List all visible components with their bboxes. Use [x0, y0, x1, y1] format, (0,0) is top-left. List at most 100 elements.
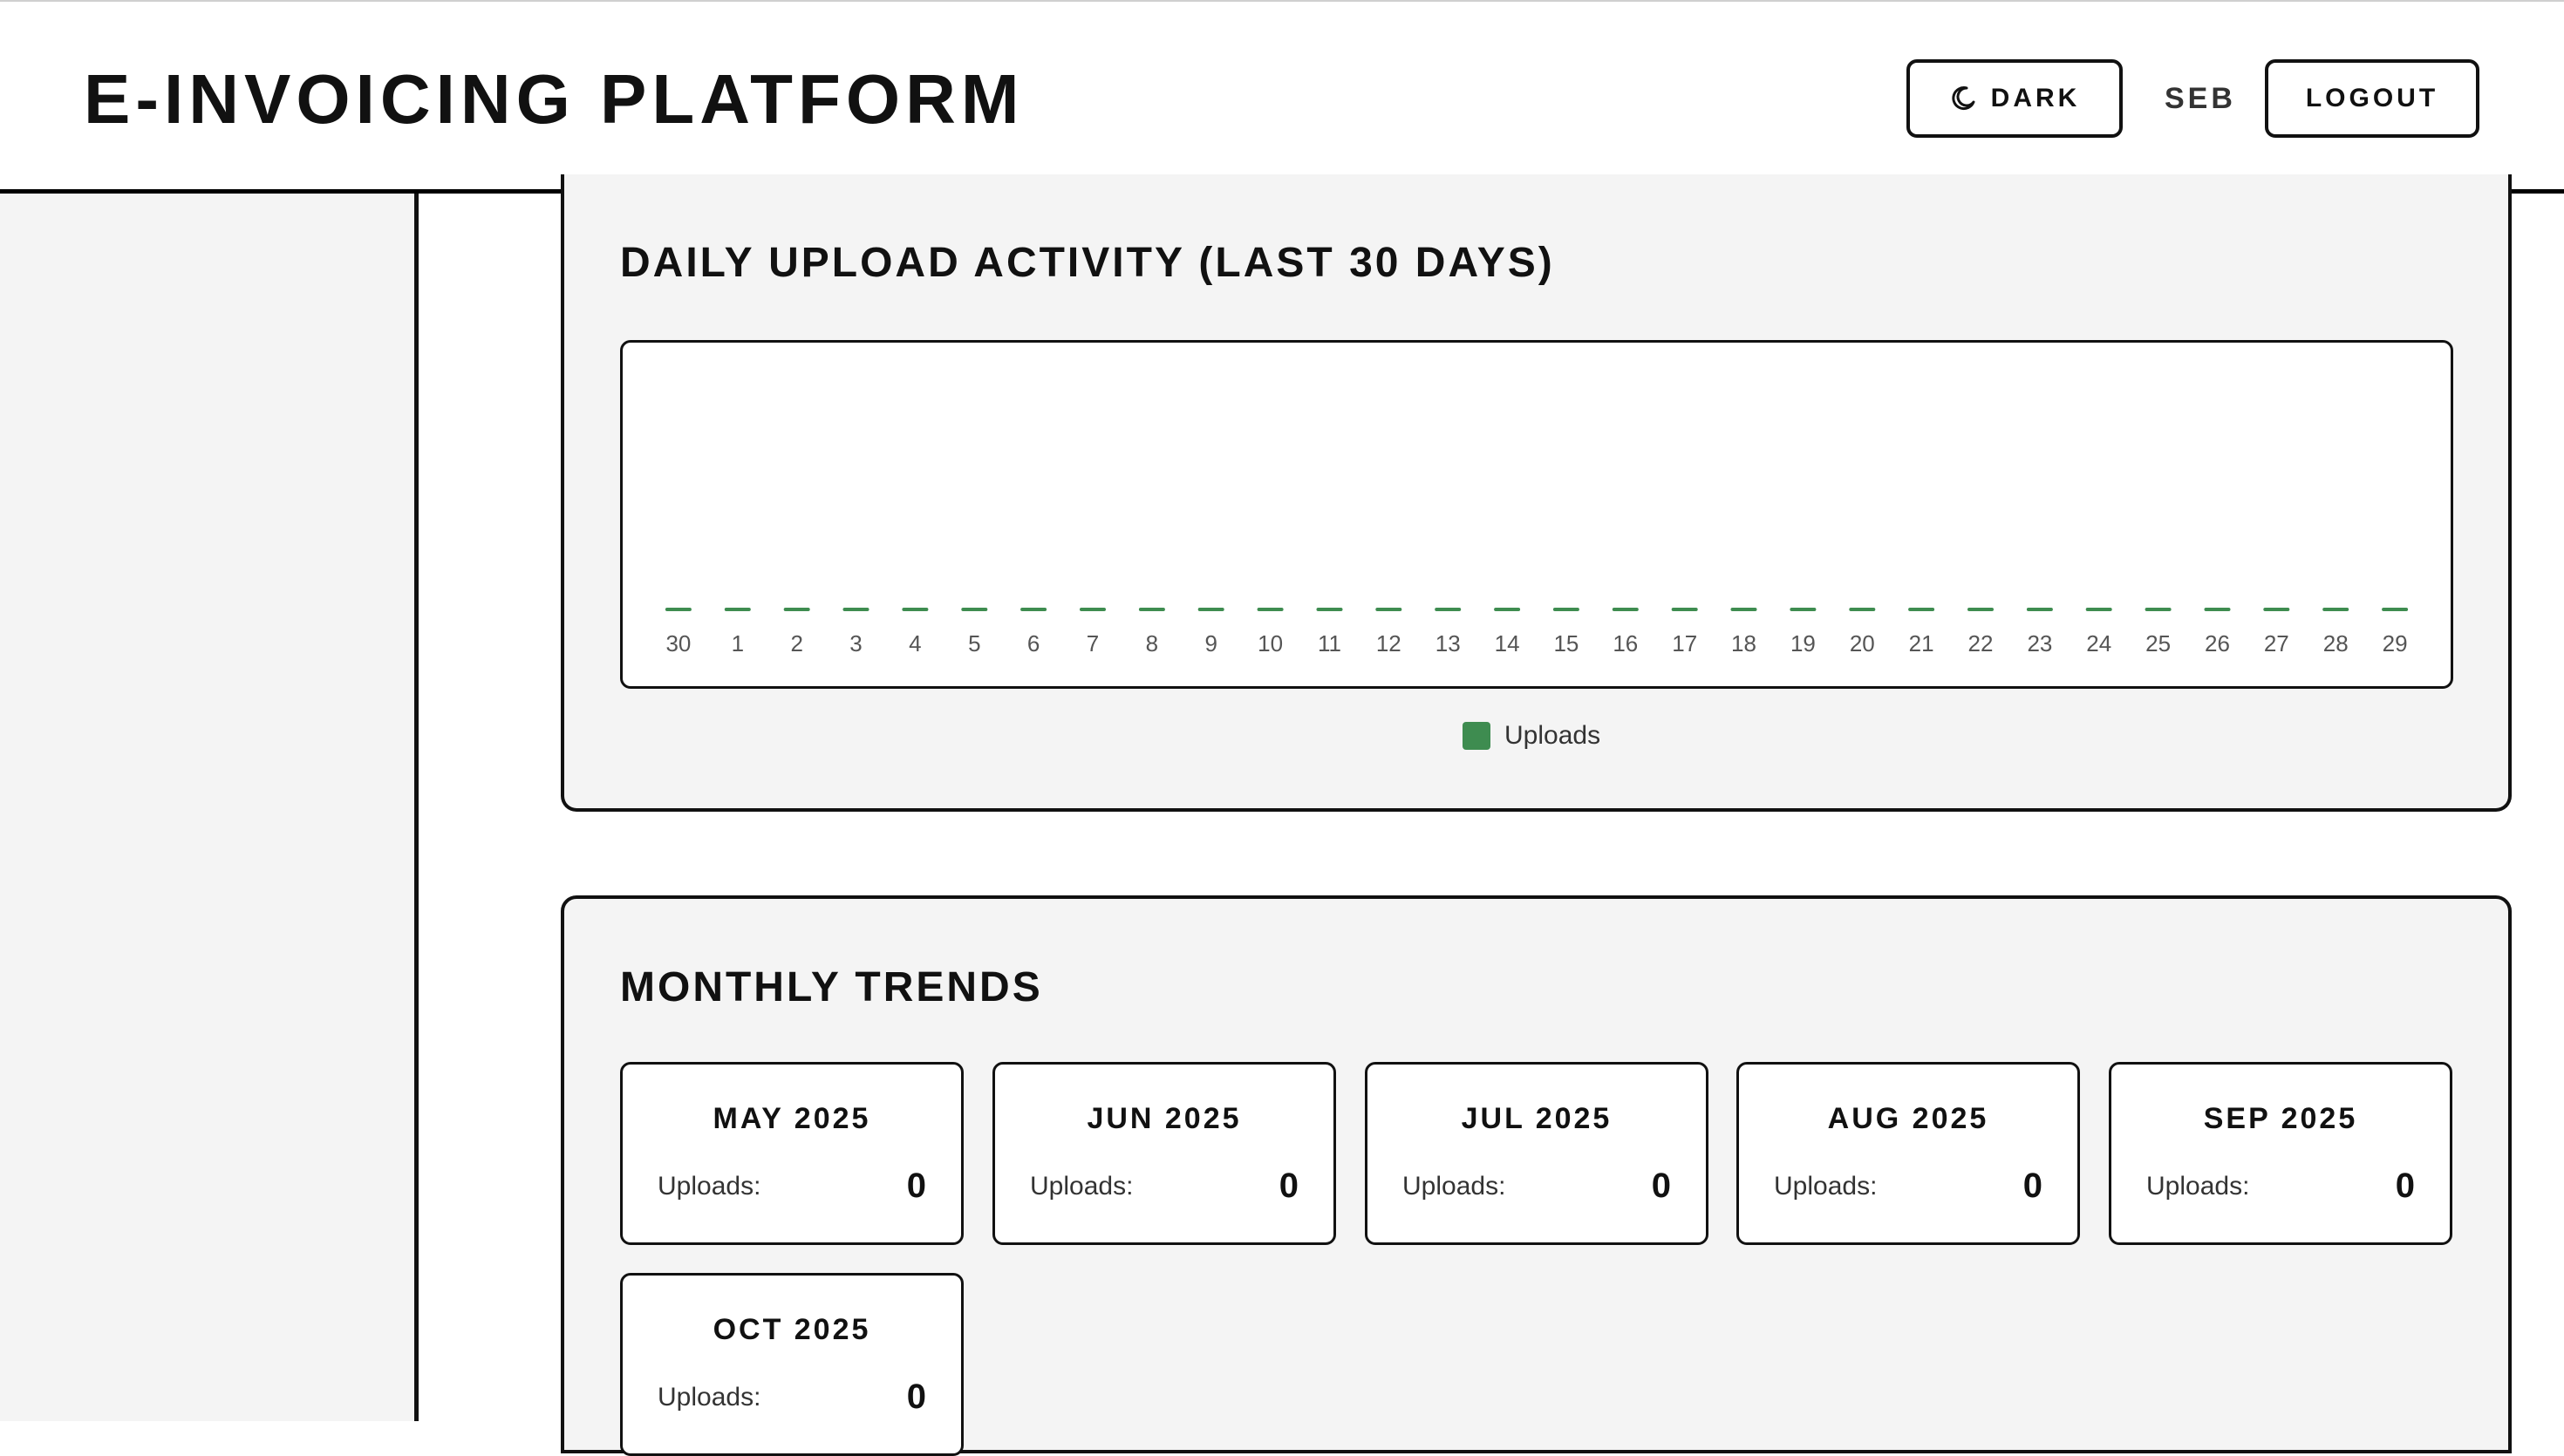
bar-2[interactable] — [783, 608, 810, 611]
app-title: E-INVOICING PLATFORM — [84, 60, 1025, 138]
month-title: JUL 2025 — [1461, 1102, 1613, 1135]
month-card: JUL 2025 Uploads: 0 — [1365, 1062, 1708, 1245]
legend-label-uploads: Uploads — [1504, 721, 1601, 750]
month-title: AUG 2025 — [1827, 1102, 1989, 1135]
x-tick-label: 7 — [1087, 630, 1099, 657]
uploads-label: Uploads: — [1774, 1172, 1878, 1201]
uploads-label: Uploads: — [658, 1172, 761, 1201]
dark-mode-label: DARK — [1990, 84, 2081, 112]
dark-mode-button[interactable]: DARK — [1906, 59, 2123, 138]
bar-20[interactable] — [1849, 608, 1876, 611]
bar-21[interactable] — [1908, 608, 1935, 611]
x-tick-label: 8 — [1146, 630, 1158, 657]
uploads-label: Uploads: — [658, 1383, 761, 1412]
x-tick-label: 4 — [909, 630, 921, 657]
logout-label: LOGOUT — [2305, 84, 2439, 112]
bar-17[interactable] — [1671, 608, 1698, 611]
chart-legend[interactable]: Uploads — [1463, 718, 1600, 753]
top-header: E-INVOICING PLATFORM DARK SEB LOGOUT — [0, 0, 2564, 194]
bar-29[interactable] — [2382, 608, 2409, 611]
uploads-label: Uploads: — [1030, 1172, 1134, 1201]
x-tick-label: 21 — [1909, 630, 1934, 657]
x-tick-label: 28 — [2323, 630, 2349, 657]
bar-18[interactable] — [1730, 608, 1757, 611]
x-tick-label: 18 — [1731, 630, 1756, 657]
x-tick-label: 22 — [1968, 630, 1994, 657]
bar-26[interactable] — [2204, 608, 2231, 611]
bar-4[interactable] — [902, 608, 929, 611]
daily-upload-panel: DAILY UPLOAD ACTIVITY (LAST 30 DAYS) 30 1… — [561, 174, 2512, 812]
bar-25[interactable] — [2145, 608, 2172, 611]
bar-24[interactable] — [2085, 608, 2112, 611]
sidebar — [0, 194, 419, 1421]
bar-5[interactable] — [961, 608, 988, 611]
bar-1[interactable] — [724, 608, 751, 611]
moon-icon — [1949, 85, 1977, 112]
x-tick-label: 27 — [2264, 630, 2289, 657]
bar-13[interactable] — [1435, 608, 1462, 611]
x-tick-label: 26 — [2205, 630, 2230, 657]
month-card: JUN 2025 Uploads: 0 — [992, 1062, 1336, 1245]
x-tick-label: 24 — [2086, 630, 2111, 657]
bar-9[interactable] — [1197, 608, 1224, 611]
user-name: SEB — [2165, 82, 2236, 115]
month-card: SEP 2025 Uploads: 0 — [2109, 1062, 2452, 1245]
bar-8[interactable] — [1138, 608, 1165, 611]
x-tick-label: 29 — [2383, 630, 2408, 657]
x-tick-label: 23 — [2027, 630, 2052, 657]
x-tick-label: 11 — [1318, 630, 1341, 657]
x-tick-label: 12 — [1376, 630, 1401, 657]
daily-upload-chart: 30 1 2 3 4 5 6 7 8 9 10 11 12 13 14 15 16 17 18 19 20 21 22 23 2… — [620, 340, 2453, 689]
uploads-value: 0 — [2395, 1167, 2415, 1205]
x-tick-label: 19 — [1790, 630, 1816, 657]
bar-6[interactable] — [1020, 608, 1047, 611]
x-tick-label: 14 — [1495, 630, 1520, 657]
bar-12[interactable] — [1375, 608, 1402, 611]
bar-30[interactable] — [665, 608, 692, 611]
month-card: MAY 2025 Uploads: 0 — [620, 1062, 964, 1245]
month-card: OCT 2025 Uploads: 0 — [620, 1273, 964, 1456]
uploads-value: 0 — [2022, 1167, 2042, 1205]
bar-14[interactable] — [1494, 608, 1521, 611]
month-title: JUN 2025 — [1087, 1102, 1242, 1135]
bar-15[interactable] — [1552, 608, 1579, 611]
logout-button[interactable]: LOGOUT — [2265, 59, 2479, 138]
x-tick-label: 25 — [2145, 630, 2171, 657]
x-tick-label: 5 — [968, 630, 980, 657]
month-title: SEP 2025 — [2203, 1102, 2358, 1135]
monthly-section-title: MONTHLY TRENDS — [620, 964, 1043, 1010]
bar-19[interactable] — [1790, 608, 1817, 611]
x-tick-label: 15 — [1553, 630, 1579, 657]
month-title: OCT 2025 — [713, 1313, 871, 1346]
bar-10[interactable] — [1257, 608, 1284, 611]
monthly-trends-panel: MONTHLY TRENDS MAY 2025 Uploads: 0 JUN 2… — [561, 895, 2512, 1456]
uploads-label: Uploads: — [2146, 1172, 2250, 1201]
x-tick-label: 13 — [1435, 630, 1461, 657]
x-tick-label: 6 — [1027, 630, 1040, 657]
bar-23[interactable] — [2026, 608, 2053, 611]
month-title: MAY 2025 — [713, 1102, 871, 1135]
bar-28[interactable] — [2322, 608, 2349, 611]
bar-3[interactable] — [842, 608, 869, 611]
bar-22[interactable] — [1967, 608, 1994, 611]
x-tick-label: 2 — [790, 630, 802, 657]
x-tick-label: 17 — [1672, 630, 1697, 657]
uploads-value: 0 — [906, 1167, 926, 1205]
bar-16[interactable] — [1612, 608, 1639, 611]
x-tick-label: 9 — [1204, 630, 1217, 657]
month-card: AUG 2025 Uploads: 0 — [1736, 1062, 2080, 1245]
bar-7[interactable] — [1080, 608, 1106, 611]
bar-27[interactable] — [2263, 608, 2290, 611]
legend-swatch-uploads — [1463, 722, 1490, 750]
daily-chart-svg: 30 1 2 3 4 5 6 7 8 9 10 11 12 13 14 15 16 17 18 19 20 21 22 23 2… — [665, 608, 2409, 657]
uploads-value: 0 — [1651, 1167, 1671, 1205]
x-tick-label: 10 — [1258, 630, 1283, 657]
x-tick-label: 20 — [1850, 630, 1875, 657]
bar-11[interactable] — [1316, 608, 1343, 611]
uploads-label: Uploads: — [1402, 1172, 1506, 1201]
uploads-value: 0 — [906, 1378, 926, 1416]
x-tick-label: 1 — [732, 630, 744, 657]
x-tick-label: 30 — [665, 630, 691, 657]
x-tick-label: 3 — [849, 630, 862, 657]
daily-section-title: DAILY UPLOAD ACTIVITY (LAST 30 DAYS) — [620, 240, 1555, 286]
